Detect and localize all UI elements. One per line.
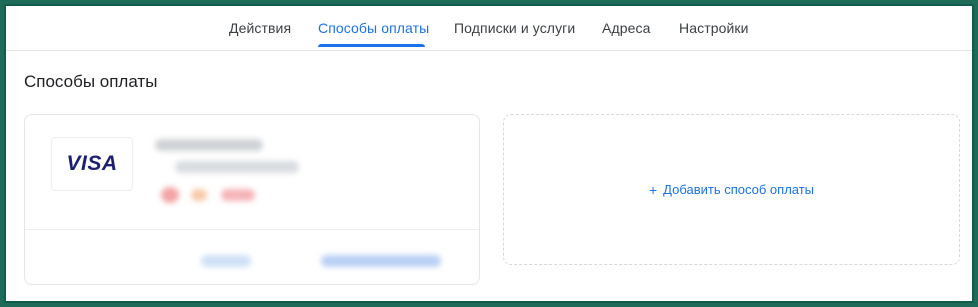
redacted-badge-2	[191, 189, 207, 201]
payment-method-card[interactable]: VISA	[24, 114, 480, 285]
redacted-badge-1	[161, 187, 179, 203]
add-payment-method-button[interactable]: + Добавить способ оплаты	[503, 114, 960, 265]
redacted-action-link-2[interactable]	[321, 255, 441, 267]
tab-actions[interactable]: Действия	[229, 20, 291, 36]
tab-settings[interactable]: Настройки	[679, 20, 749, 36]
redacted-card-number	[175, 161, 299, 173]
tab-bar: Действия Способы оплаты Подписки и услуг…	[6, 6, 972, 51]
tab-subscriptions[interactable]: Подписки и услуги	[454, 20, 575, 36]
redacted-card-name	[155, 139, 263, 151]
add-payment-method-link[interactable]: + Добавить способ оплаты	[649, 182, 814, 197]
active-tab-indicator	[318, 44, 425, 47]
window-frame: Действия Способы оплаты Подписки и услуг…	[4, 4, 974, 303]
card-brand-label: VISA	[66, 152, 118, 175]
page-title: Способы оплаты	[24, 72, 158, 91]
tab-addresses[interactable]: Адреса	[602, 20, 650, 36]
redacted-badge-3	[221, 189, 255, 201]
plus-icon: +	[648, 181, 658, 198]
visa-logo: VISA	[51, 137, 133, 191]
tab-payment-methods[interactable]: Способы оплаты	[318, 20, 429, 36]
card-divider	[25, 229, 479, 230]
add-payment-method-label: Добавить способ оплаты	[663, 182, 815, 197]
redacted-action-link-1[interactable]	[201, 255, 251, 267]
